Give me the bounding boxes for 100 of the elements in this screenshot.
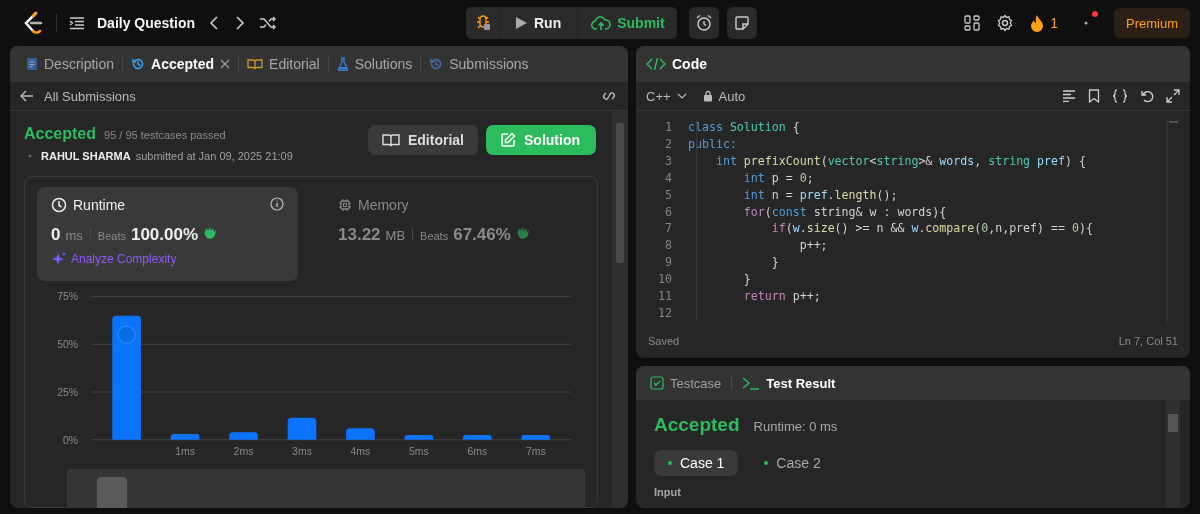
debug-button[interactable] [466, 7, 500, 39]
stat-card[interactable]: Runtime 0 ms Beats 100.00% Analyze Complexity [37, 187, 298, 281]
format-lines-icon[interactable] [1062, 90, 1076, 102]
range-handle[interactable] [97, 476, 127, 508]
stat-card[interactable]: Memory 13.22 MB Beats 67.46% [324, 187, 585, 281]
expand-icon[interactable] [1166, 89, 1180, 103]
code-line[interactable]: int p = 0; [688, 169, 814, 187]
problem-list-title[interactable]: Daily Question [97, 15, 196, 31]
bug-icon [475, 14, 491, 32]
line-number: 9 [664, 254, 672, 272]
save-status: Saved [648, 335, 680, 347]
code-line[interactable]: p++; [688, 237, 828, 255]
history-icon [131, 57, 146, 71]
code-icon [646, 57, 666, 71]
braces-icon[interactable] [1112, 89, 1128, 103]
username-link[interactable]: RAHUL SHARMA [41, 150, 131, 162]
testcases-summary: 95 / 95 testcases passed [104, 129, 226, 141]
code-line[interactable]: } [688, 254, 779, 272]
beats-label: Beats [420, 230, 449, 242]
note-icon [733, 15, 750, 31]
notes-button[interactable] [726, 7, 757, 39]
language-dropdown[interactable]: C++ [646, 88, 687, 104]
shuffle-icon[interactable] [259, 15, 278, 31]
code-line[interactable]: class Solution { [688, 119, 800, 136]
logo-icon[interactable] [22, 11, 44, 35]
info-icon[interactable] [270, 197, 284, 211]
panel-tab[interactable]: Test Result [740, 375, 838, 391]
layout-icon[interactable] [964, 15, 981, 31]
premium-button[interactable]: Premium [1114, 8, 1190, 38]
code-line[interactable]: for(const string& w : words){ [688, 203, 947, 221]
panel-tab[interactable]: Accepted [123, 50, 239, 78]
bar[interactable] [287, 417, 317, 440]
notification-dot [1092, 11, 1098, 17]
case-tab[interactable]: Case 1 [654, 450, 739, 476]
panel-tab[interactable]: Submissions [421, 50, 537, 78]
stat-value: 13.22 [338, 225, 381, 245]
panel-tab[interactable]: Editorial [239, 50, 328, 78]
all-submissions-link[interactable]: All Submissions [44, 88, 136, 104]
scrollbar[interactable] [1167, 119, 1178, 324]
input-label: Input [654, 486, 682, 498]
edit-icon [500, 132, 516, 148]
undo-icon[interactable] [1140, 89, 1154, 103]
submit-button[interactable]: Submit [579, 7, 677, 39]
y-tick-label: 25% [57, 385, 79, 398]
status-dot-icon [764, 461, 769, 465]
result-status: Accepted [654, 414, 740, 436]
line-number: 10 [657, 271, 672, 289]
y-tick-label: 50% [57, 338, 79, 351]
panel-title: Code [672, 56, 707, 72]
bookmark-icon[interactable] [1088, 89, 1100, 103]
editorial-button[interactable]: Editorial [368, 125, 478, 155]
play-icon [514, 16, 528, 30]
line-number: 3 [664, 152, 672, 170]
code-line[interactable]: } [688, 271, 751, 289]
panel-tab[interactable]: Solutions [328, 50, 421, 78]
scrollbar[interactable] [1166, 400, 1180, 508]
code-line[interactable]: int prefixCount(vector<string>& words, string pref) { [688, 152, 1086, 170]
code-line[interactable]: if(w.size() >= n && w.compare(0,n,pref) == 0){ [688, 220, 1093, 238]
close-icon[interactable] [220, 59, 231, 69]
stat-value: 0 [51, 225, 61, 245]
streak-counter[interactable]: 1 [1030, 14, 1058, 32]
avatar-icon[interactable] [1084, 21, 1088, 25]
panel-tab[interactable]: Testcase [648, 375, 724, 391]
beats-percentage: 67.46% [453, 225, 511, 245]
line-number: 8 [664, 237, 672, 255]
x-tick-label: 3ms [292, 445, 312, 458]
bar[interactable] [170, 434, 200, 440]
run-button[interactable]: Run [502, 7, 578, 39]
x-tick-label: 1ms [175, 445, 195, 458]
settings-icon[interactable] [996, 14, 1015, 32]
case-tab[interactable]: Case 2 [750, 450, 835, 476]
line-number: 2 [664, 135, 672, 153]
lock-icon [702, 90, 713, 102]
status-dot-icon [668, 461, 672, 465]
scrollbar[interactable] [612, 111, 628, 508]
panel-tab[interactable]: Description [18, 50, 123, 78]
bar[interactable] [521, 435, 551, 440]
line-number: 7 [664, 220, 672, 238]
bar[interactable] [229, 432, 258, 440]
back-arrow-icon[interactable] [20, 90, 34, 102]
timer-button[interactable] [688, 7, 719, 39]
line-number: 6 [664, 203, 672, 221]
book-icon [247, 58, 264, 70]
runtime-text: Runtime: 0 ms [753, 419, 838, 434]
bar[interactable] [404, 435, 434, 440]
code-line[interactable]: int n = pref.length(); [688, 186, 898, 204]
chevron-down-icon [676, 93, 687, 99]
x-tick-label: 2ms [233, 445, 254, 458]
code-line[interactable]: return p++; [688, 288, 821, 305]
book-icon [382, 133, 400, 147]
auto-mode-toggle[interactable]: Auto [702, 88, 746, 104]
line-number: 5 [664, 186, 672, 204]
chip-icon [338, 198, 352, 212]
y-tick-label: 75% [57, 290, 79, 303]
flame-icon [1030, 14, 1045, 32]
list-icon[interactable] [69, 16, 85, 30]
cursor-position: Ln 7, Col 51 [1118, 335, 1178, 347]
history-icon [429, 57, 444, 71]
position-marker-icon [117, 325, 136, 344]
link-icon[interactable] [600, 89, 618, 103]
